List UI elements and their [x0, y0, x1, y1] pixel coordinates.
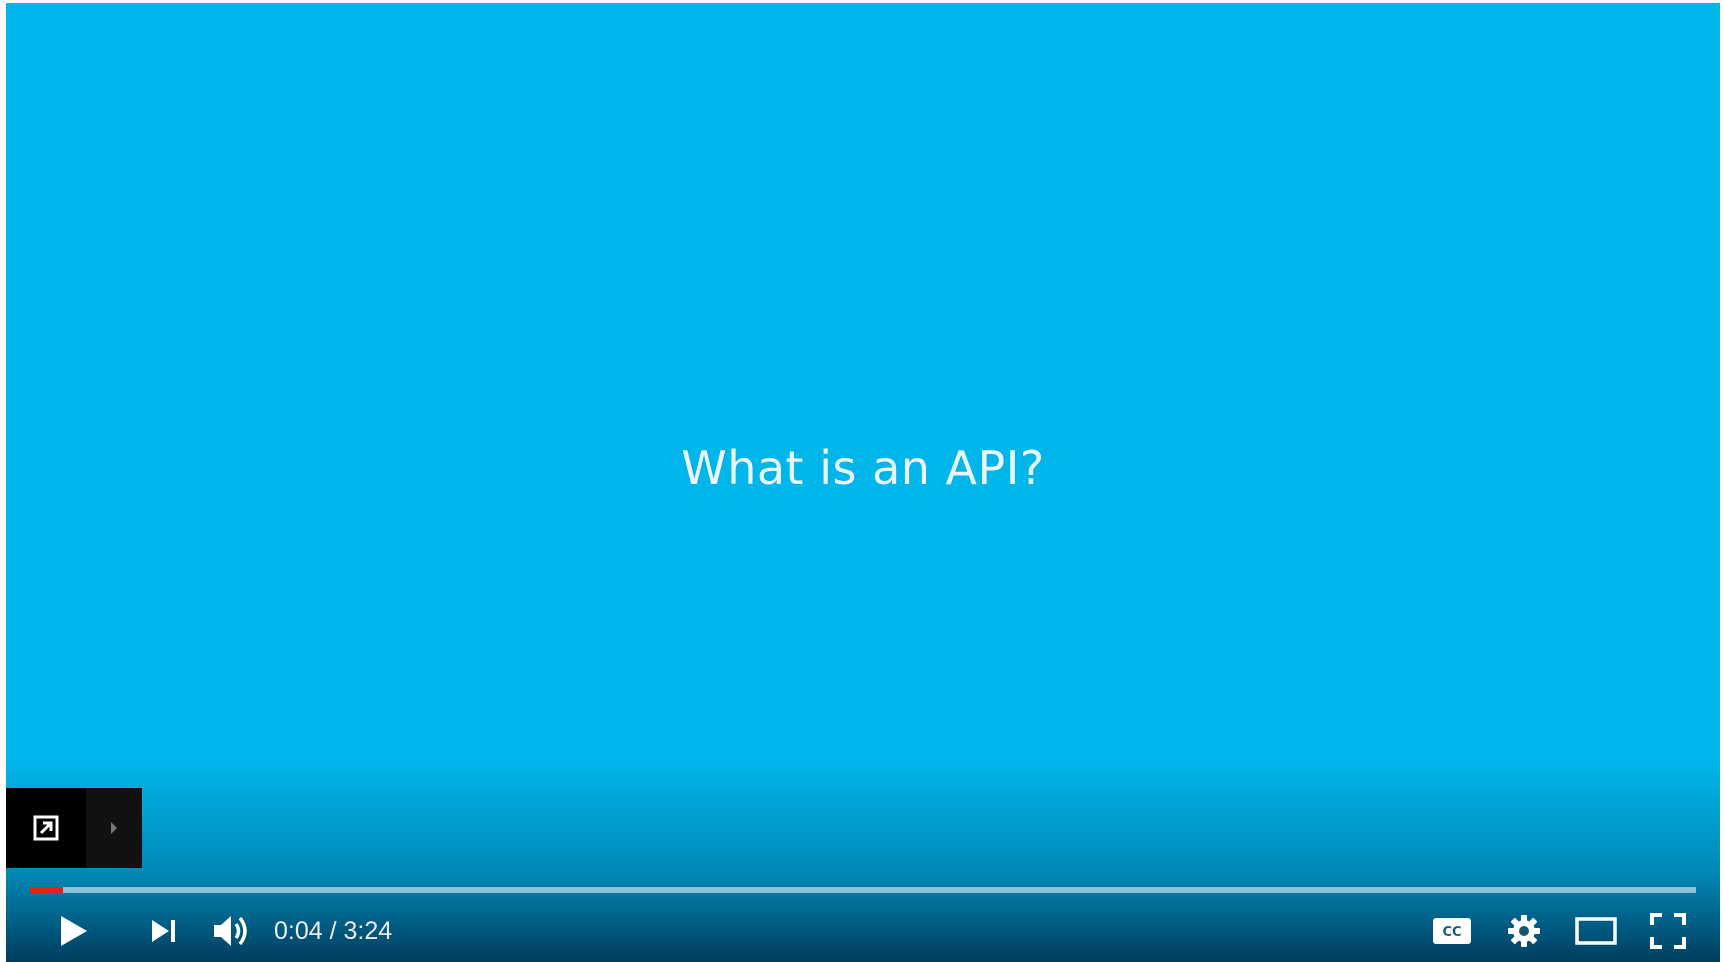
captions-button[interactable]: CC — [1422, 901, 1482, 961]
time-display: 0:04 / 3:24 — [274, 901, 392, 961]
fullscreen-button[interactable] — [1638, 901, 1698, 961]
settings-button[interactable] — [1494, 901, 1554, 961]
next-button[interactable] — [136, 901, 192, 961]
chevron-right-icon — [109, 820, 119, 836]
play-icon — [59, 914, 89, 948]
time-separator: / — [322, 916, 344, 945]
external-link-icon — [33, 815, 59, 841]
theater-mode-icon — [1575, 916, 1617, 946]
video-player[interactable]: What is an API? 0:04 / 3:24 CC — [6, 3, 1720, 962]
skip-next-icon — [150, 918, 178, 944]
volume-icon — [212, 914, 252, 948]
share-expand-button[interactable] — [86, 788, 142, 868]
control-bar: 0:04 / 3:24 CC — [6, 901, 1720, 961]
fullscreen-icon — [1650, 913, 1686, 949]
external-link-button[interactable] — [6, 788, 86, 868]
progress-played — [30, 887, 63, 893]
theater-mode-button[interactable] — [1564, 901, 1628, 961]
share-box — [6, 788, 142, 868]
play-button[interactable] — [46, 901, 102, 961]
closed-captions-icon: CC — [1432, 917, 1472, 945]
gear-icon — [1507, 914, 1541, 948]
current-time: 0:04 — [274, 916, 323, 945]
svg-text:CC: CC — [1442, 925, 1461, 940]
duration: 3:24 — [343, 916, 393, 945]
progress-bar[interactable] — [30, 887, 1696, 893]
volume-button[interactable] — [204, 901, 260, 961]
video-frame-title: What is an API? — [681, 441, 1045, 495]
